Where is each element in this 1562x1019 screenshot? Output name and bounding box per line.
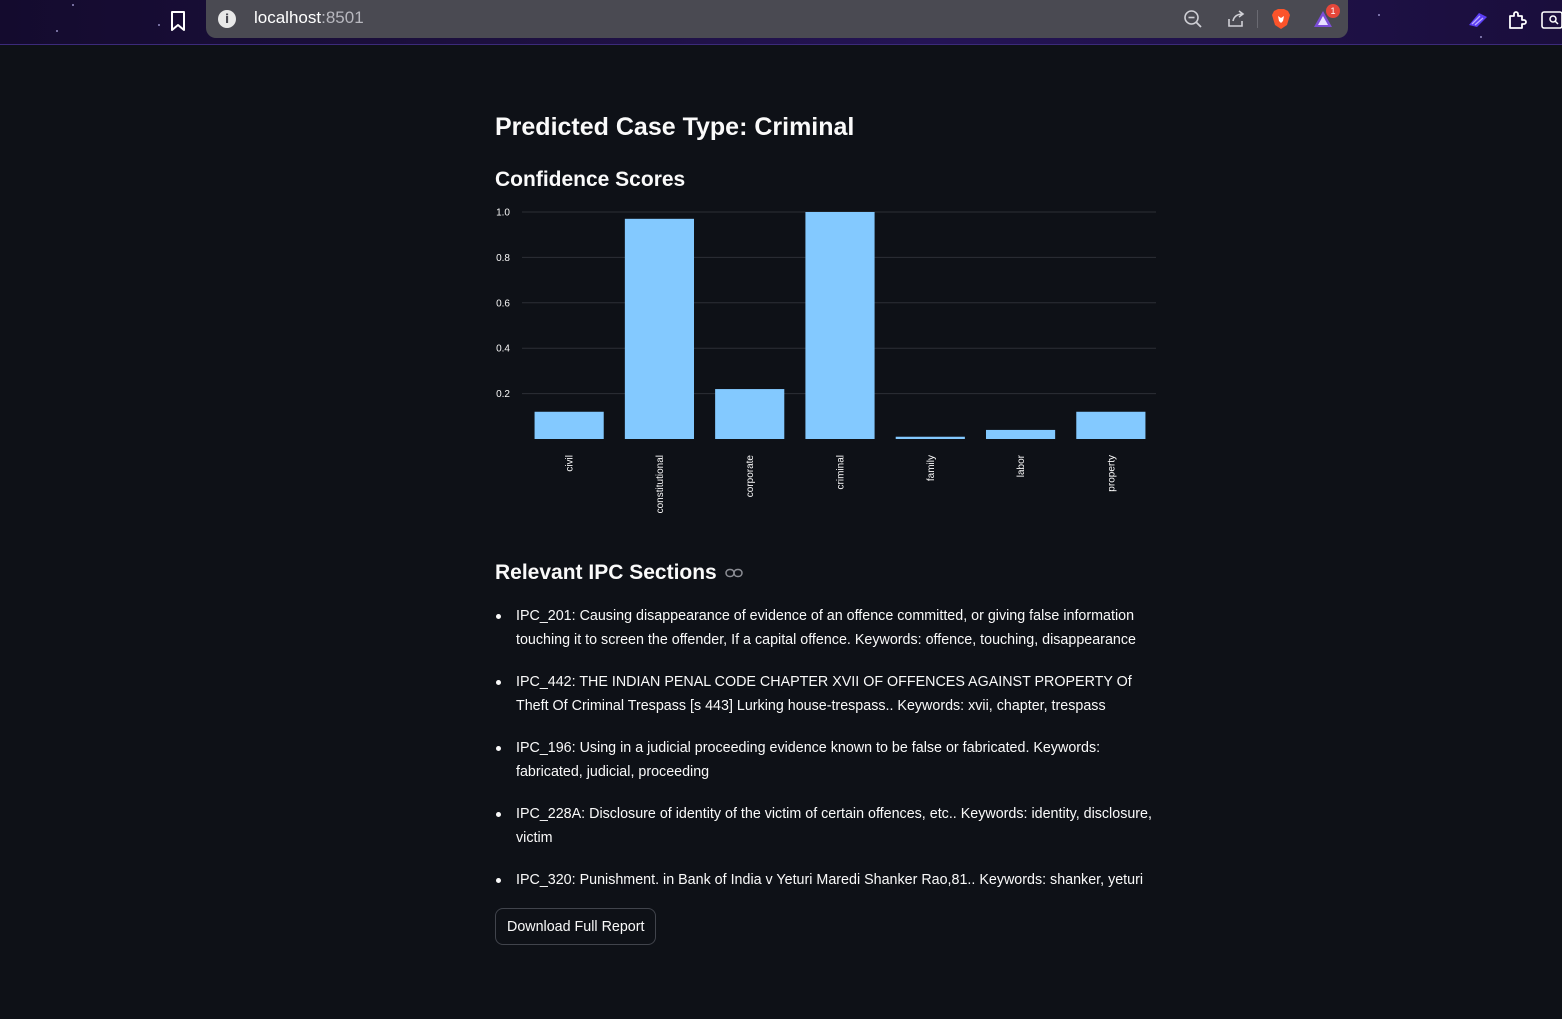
bookmark-icon[interactable] [166, 8, 190, 34]
y-tick-label: 0.2 [496, 389, 510, 400]
chart-heading: Confidence Scores [495, 168, 686, 191]
extensions-puzzle-icon[interactable] [1505, 8, 1529, 32]
zoom-out-icon[interactable] [1182, 8, 1204, 30]
notification-badge: 1 [1326, 4, 1340, 18]
ipc-section-item: IPC_228A: Disclosure of identity of the … [495, 802, 1165, 850]
y-tick-label: 0.6 [496, 298, 510, 309]
bar-criminal [805, 212, 875, 439]
ipc-section-item: IPC_442: THE INDIAN PENAL CODE CHAPTER X… [495, 670, 1165, 718]
url-host: localhost [254, 8, 322, 27]
anchor-link-icon[interactable] [725, 568, 743, 578]
brave-rewards-icon[interactable]: 1 [1312, 4, 1340, 30]
toolbar-separator [1257, 10, 1258, 28]
page-title: Predicted Case Type: Criminal [495, 113, 855, 141]
ipc-section-list: IPC_201: Causing disappearance of eviden… [495, 604, 1165, 910]
brave-shields-icon[interactable] [1270, 8, 1292, 30]
sidebar-search-icon[interactable] [1540, 8, 1562, 32]
x-tick-label: labor [1016, 454, 1027, 477]
decor-star [1480, 36, 1482, 38]
bar-civil [534, 411, 604, 439]
x-tick-label: criminal [836, 455, 847, 489]
download-report-button[interactable]: Download Full Report [495, 908, 657, 945]
bar-corporate [715, 389, 785, 439]
bar-property [1076, 411, 1146, 439]
ipc-section-item: IPC_196: Using in a judicial proceeding … [495, 736, 1165, 784]
x-tick-label: family [926, 455, 937, 481]
confidence-chart: 0.2 0.4 0.6 0.8 1.0 civil constitutional corpor… [486, 200, 1166, 530]
ipc-heading-text: Relevant IPC Sections [495, 561, 717, 584]
decor-star [72, 4, 74, 6]
ipc-heading: Relevant IPC Sections [495, 561, 743, 585]
ipc-section-item: IPC_201: Causing disappearance of eviden… [495, 604, 1165, 652]
x-tick-label: civil [565, 455, 576, 472]
ipc-section-item: IPC_320: Punishment. in Bank of India v … [495, 868, 1165, 892]
x-tick-label: corporate [745, 455, 756, 498]
y-tick-label: 0.8 [496, 253, 510, 264]
address-bar[interactable]: i localhost:8501 1 [206, 0, 1348, 38]
x-tick-label: property [1106, 455, 1117, 492]
url-text[interactable]: localhost:8501 [254, 8, 364, 28]
y-tick-label: 0.4 [496, 344, 510, 355]
decor-star [158, 24, 160, 26]
decor-star [1378, 14, 1380, 16]
x-tick-label: constitutional [655, 455, 666, 513]
share-icon[interactable] [1225, 8, 1247, 30]
bar-constitutional [624, 218, 695, 439]
site-info-icon[interactable]: i [218, 10, 236, 28]
decor-star [56, 30, 58, 32]
url-port: :8501 [321, 8, 364, 27]
bar-labor [985, 429, 1056, 439]
extension-icon[interactable] [1466, 8, 1490, 32]
y-tick-label: 1.0 [496, 208, 510, 219]
bar-family [895, 436, 965, 439]
browser-toolbar: i localhost:8501 1 [0, 0, 1562, 45]
bar-chart-svg: 0.2 0.4 0.6 0.8 1.0 civil constitutional corpor… [496, 208, 1156, 513]
